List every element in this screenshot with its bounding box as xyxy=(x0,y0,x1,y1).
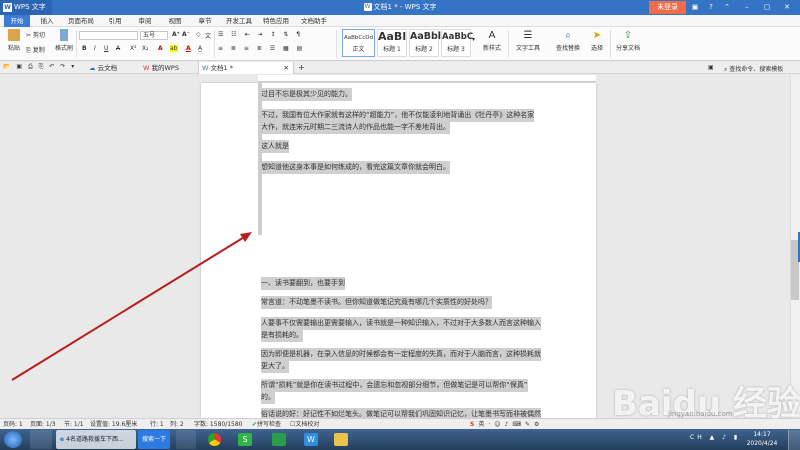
taskbar-app[interactable] xyxy=(176,430,196,449)
taskbar-search-button[interactable]: 搜索一下 xyxy=(138,430,170,449)
taskbar-browser[interactable]: e 4名道路救援车下西... xyxy=(56,430,136,449)
app-icon[interactable] xyxy=(272,433,286,446)
clock-date: 2020/4/24 xyxy=(746,440,778,447)
spell-check-label: 拼写检查 xyxy=(257,421,282,428)
clock[interactable]: 14:17 2020/4/24 xyxy=(742,430,782,448)
proofread-label: 文档校对 xyxy=(295,421,320,428)
taskbar-browser-label: 4名道路救援车下西... xyxy=(66,436,124,443)
clock-time: 14:17 xyxy=(753,431,771,438)
wps-writer-icon[interactable]: W xyxy=(304,433,318,446)
show-desktop-button[interactable] xyxy=(788,430,800,450)
chrome-icon[interactable] xyxy=(208,433,221,446)
folder-icon[interactable] xyxy=(334,433,348,446)
sogou-icon: S xyxy=(470,421,479,428)
watermark-url: jingyan.baidu.com xyxy=(668,410,733,418)
tray-icons[interactable]: CH ▲ ♪ ▮ xyxy=(690,434,740,441)
start-button[interactable] xyxy=(4,431,22,448)
spreadsheet-icon[interactable]: S xyxy=(238,433,252,446)
taskbar-app[interactable] xyxy=(30,430,52,449)
